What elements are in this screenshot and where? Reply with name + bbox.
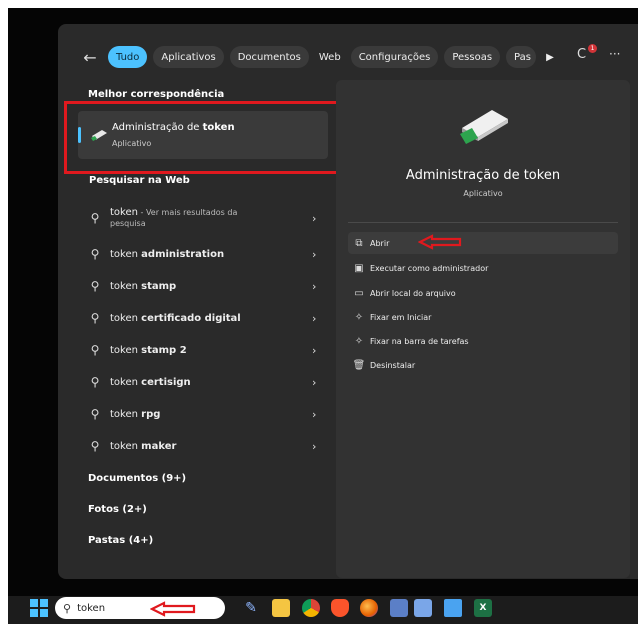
chevron-right-icon: ›	[312, 279, 317, 293]
category-photos[interactable]: Fotos (2+)	[88, 504, 147, 515]
remote-app-icon[interactable]	[414, 599, 432, 617]
action-pin-to-start[interactable]: ✧ Fixar em Iniciar	[348, 306, 618, 328]
shield-icon: ▣	[354, 262, 364, 274]
tab-all[interactable]: Tudo	[108, 46, 148, 68]
taskbar-search-input[interactable]: ⚲ token	[55, 597, 225, 619]
tab-documents[interactable]: Documentos	[229, 46, 309, 68]
detail-pane	[336, 80, 630, 578]
red-highlight-box	[64, 101, 344, 174]
action-uninstall[interactable]: 🗑 Desinstalar	[348, 354, 618, 376]
copilot-icon[interactable]: C1	[577, 44, 597, 67]
tab-folders[interactable]: Pas	[506, 46, 537, 68]
web-suggestion[interactable]: ⚲ token administration ›	[80, 239, 328, 269]
web-search-heading: Pesquisar na Web	[89, 175, 190, 186]
back-arrow-icon[interactable]: ←	[78, 45, 102, 69]
best-match-heading: Melhor correspondência	[88, 89, 225, 100]
suggestion-text: token stamp	[110, 280, 177, 292]
brave-browser-icon[interactable]	[331, 599, 349, 617]
search-icon: ⚲	[90, 279, 100, 293]
web-suggestion-more-results[interactable]: ⚲ token - Ver mais resultados da pesquisa…	[80, 201, 328, 235]
action-open-file-location[interactable]: ▭ Abrir local do arquivo	[348, 282, 618, 304]
category-documents[interactable]: Documentos (9+)	[88, 473, 186, 484]
search-icon: ⚲	[90, 439, 100, 453]
token-app-large-icon	[460, 110, 508, 144]
chevron-right-icon: ›	[312, 407, 317, 421]
suggestion-text: token administration	[110, 248, 225, 260]
notepad-icon[interactable]	[444, 599, 462, 617]
chevron-right-icon: ›	[312, 247, 317, 261]
chevron-right-icon: ›	[312, 311, 317, 325]
search-icon: ⚲	[90, 375, 100, 389]
network-app-icon[interactable]	[390, 599, 408, 617]
search-icon: ⚲	[90, 311, 100, 325]
action-label: Fixar em Iniciar	[370, 312, 432, 322]
chevron-right-icon: ›	[312, 375, 317, 389]
action-label: Executar como administrador	[370, 263, 489, 273]
firefox-icon[interactable]	[360, 599, 378, 617]
excel-icon[interactable]: X	[474, 599, 492, 617]
red-arrow-annotation	[418, 234, 462, 250]
tab-people[interactable]: Pessoas	[444, 46, 501, 68]
action-run-as-admin[interactable]: ▣ Executar como administrador	[348, 257, 618, 279]
action-label: Abrir	[370, 238, 390, 248]
category-folders[interactable]: Pastas (4+)	[88, 535, 153, 546]
action-label: Fixar na barra de tarefas	[370, 336, 469, 346]
chevron-right-icon: ›	[312, 211, 317, 225]
notification-badge: 1	[588, 44, 597, 53]
search-icon: ⚲	[90, 407, 100, 421]
search-icon: ⚲	[90, 211, 100, 225]
chevron-right-icon: ›	[312, 343, 317, 357]
detail-subtitle: Aplicativo	[463, 189, 503, 198]
play-more-tabs-icon[interactable]: ▶	[542, 52, 558, 63]
web-suggestion[interactable]: ⚲ token maker ›	[80, 431, 328, 461]
divider	[348, 222, 618, 223]
suggestion-text: token stamp 2	[110, 344, 187, 356]
action-open[interactable]: ⧉ Abrir	[348, 232, 618, 254]
tab-settings[interactable]: Configurações	[350, 46, 439, 68]
action-label: Desinstalar	[370, 360, 416, 370]
web-suggestion[interactable]: ⚲ token certisign ›	[80, 367, 328, 397]
more-options-icon[interactable]: ···	[609, 47, 620, 61]
chevron-right-icon: ›	[312, 439, 317, 453]
file-explorer-icon[interactable]	[272, 599, 290, 617]
tab-apps[interactable]: Aplicativos	[153, 46, 224, 68]
web-suggestion[interactable]: ⚲ token certificado digital ›	[80, 303, 328, 333]
search-icon: ⚲	[90, 343, 100, 357]
web-suggestion[interactable]: ⚲ token rpg ›	[80, 399, 328, 429]
action-label: Abrir local do arquivo	[370, 288, 456, 298]
suggestion-text: token certisign	[110, 376, 191, 388]
suggestion-text: token rpg	[110, 408, 161, 420]
web-suggestion[interactable]: ⚲ token stamp ›	[80, 271, 328, 301]
suggestion-text: token certificado digital	[110, 312, 241, 324]
feather-app-icon[interactable]: ✎	[242, 599, 260, 617]
chrome-icon[interactable]	[302, 599, 320, 617]
suggestion-text: token maker	[110, 440, 177, 452]
search-icon: ⚲	[90, 247, 100, 261]
detail-title: Administração de token	[405, 168, 561, 183]
action-pin-to-taskbar[interactable]: ✧ Fixar na barra de tarefas	[348, 330, 618, 352]
filter-bar: ← Tudo Aplicativos Documentos Web Config…	[78, 44, 558, 70]
red-arrow-annotation	[150, 601, 196, 617]
pin-icon: ✧	[354, 335, 364, 347]
tab-web[interactable]: Web	[315, 46, 345, 68]
web-suggestion[interactable]: ⚲ token stamp 2 ›	[80, 335, 328, 365]
folder-icon: ▭	[354, 287, 364, 299]
search-icon: ⚲	[63, 601, 72, 615]
suggestion-text: token - Ver mais resultados da pesquisa	[110, 207, 238, 228]
search-value: token	[77, 602, 106, 614]
windows-start-icon[interactable]	[30, 599, 48, 617]
trash-icon: 🗑	[352, 359, 366, 371]
pin-icon: ✧	[354, 311, 364, 323]
open-external-icon: ⧉	[355, 237, 363, 249]
